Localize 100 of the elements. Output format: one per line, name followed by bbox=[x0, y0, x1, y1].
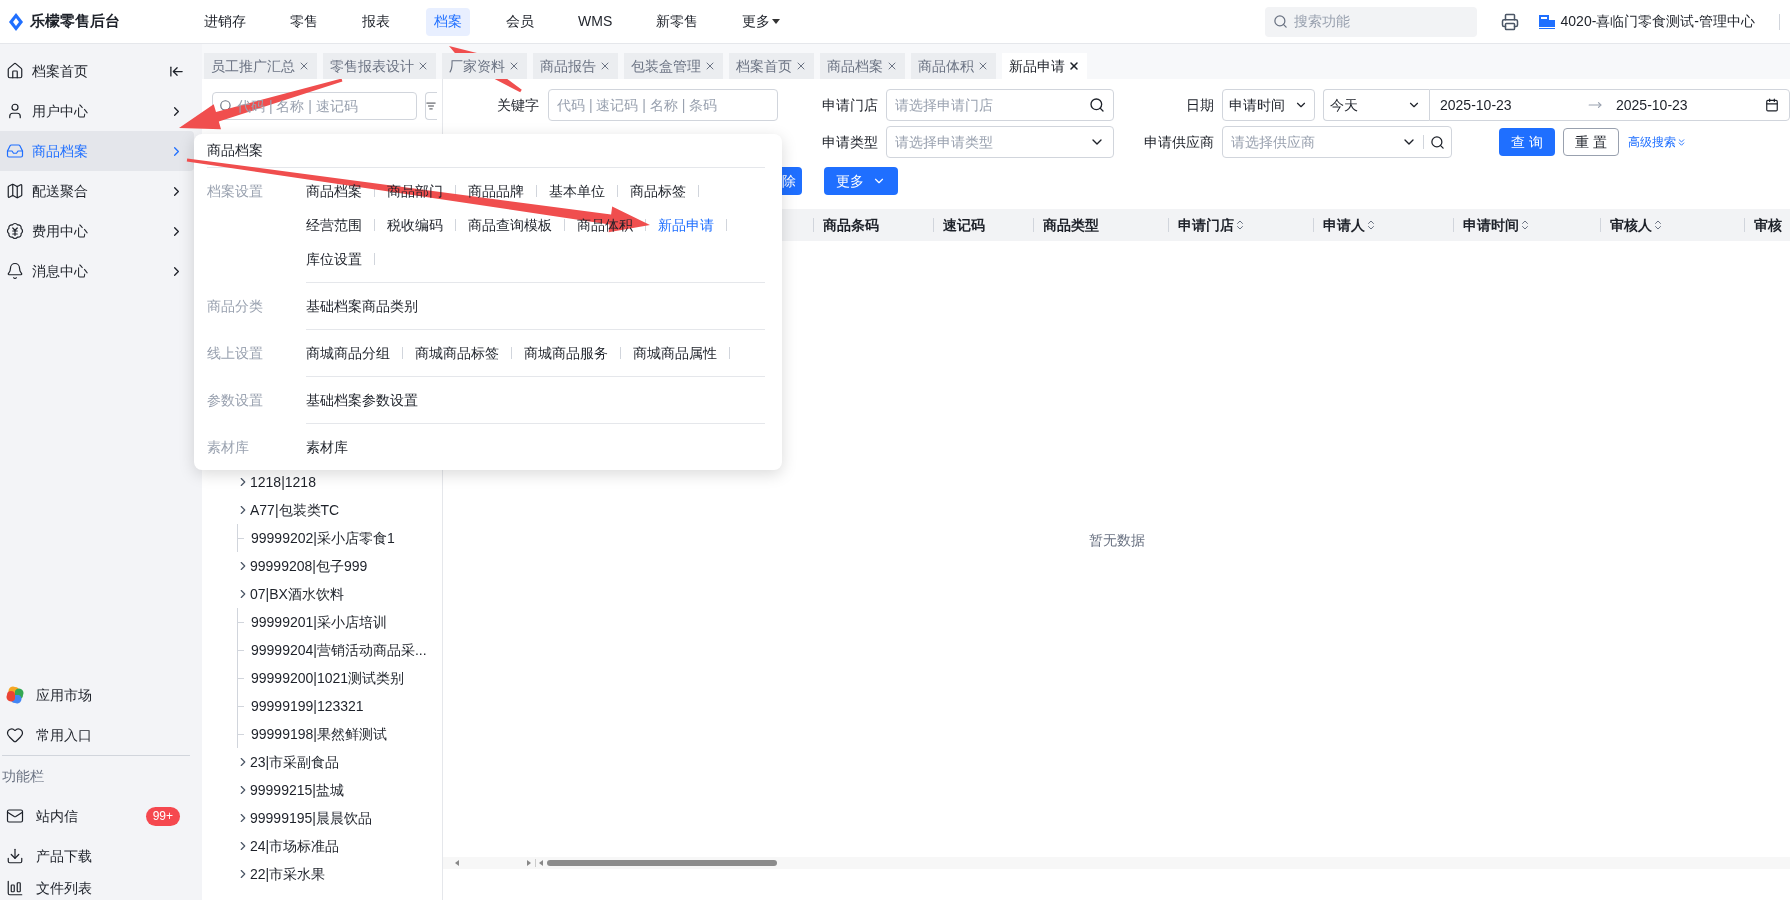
heart-icon bbox=[6, 726, 24, 744]
search-icon bbox=[219, 99, 233, 113]
nav-tab[interactable]: 零售 bbox=[282, 7, 326, 36]
sidebar-item[interactable]: 应用市场 bbox=[0, 675, 202, 715]
nav-tab[interactable]: 报表 bbox=[354, 7, 398, 36]
printer-icon[interactable] bbox=[1500, 12, 1519, 31]
sidebar-item[interactable]: 商品档案 bbox=[0, 131, 194, 171]
tree-item[interactable]: 99999204|营销活动商品采... bbox=[251, 639, 427, 661]
tree-item[interactable]: 23|市采副食品 bbox=[250, 751, 340, 773]
tree-item[interactable]: 1218|1218 bbox=[250, 471, 316, 493]
menu-item[interactable]: 商品品牌 bbox=[468, 180, 524, 202]
tree-item[interactable]: 99999215|盐城 bbox=[250, 779, 344, 801]
mail-icon bbox=[6, 807, 24, 825]
tree-item[interactable]: 24|市场标准品 bbox=[250, 835, 340, 857]
tree-item[interactable]: 07|BX酒水饮料 bbox=[250, 583, 344, 605]
sidebar-item[interactable]: 文件列表 bbox=[0, 876, 202, 900]
section-title: 功能栏 bbox=[2, 766, 44, 786]
menu-item[interactable]: 经营范围 bbox=[306, 214, 362, 236]
date-type-select[interactable]: 申请时间 bbox=[1222, 89, 1315, 121]
menu-item[interactable]: 商城商品属性 bbox=[633, 342, 717, 364]
menu-item[interactable]: 库位设置 bbox=[306, 248, 362, 270]
store-select[interactable]: 请选择申请门店 bbox=[886, 89, 1114, 121]
search-icon bbox=[1272, 14, 1288, 29]
nav-tab[interactable]: 进销存 bbox=[196, 7, 254, 36]
page-tab[interactable]: 员工推广汇总 bbox=[204, 53, 317, 79]
tree-item[interactable]: 99999200|1021测试类别 bbox=[251, 667, 405, 689]
sidebar-item[interactable]: 用户中心 bbox=[0, 91, 194, 131]
field-label: 申请类型 bbox=[821, 132, 879, 152]
filter-button[interactable] bbox=[425, 92, 437, 120]
keyword-field[interactable]: 代码 | 速记码 | 名称 | 条码 bbox=[548, 89, 778, 121]
page-tab[interactable]: 新品申请 bbox=[1002, 53, 1087, 79]
search-input[interactable]: 搜索功能 bbox=[1293, 11, 1454, 32]
store-input[interactable]: 请选择申请门店 bbox=[895, 94, 1089, 116]
menu-item[interactable]: 商城商品分组 bbox=[306, 342, 390, 364]
column-header[interactable]: 审核人 bbox=[1601, 214, 1664, 236]
advanced-search-link[interactable]: 高级搜索 bbox=[1628, 133, 1687, 151]
nav-tab[interactable]: 档案 bbox=[426, 7, 470, 36]
page-tab[interactable]: 包装盒管理 bbox=[624, 53, 723, 79]
store-name[interactable]: 4020-喜临门零食测试-管理中心 bbox=[1560, 11, 1755, 32]
page-tab[interactable]: 档案首页 bbox=[729, 53, 814, 79]
tree-item[interactable]: 99999195|晨晨饮品 bbox=[250, 807, 372, 829]
column-header[interactable]: 商品类型 bbox=[1034, 214, 1099, 236]
tray-icon bbox=[6, 142, 24, 160]
keyword-input[interactable]: 代码 | 速记码 | 名称 | 条码 bbox=[557, 94, 769, 116]
tree-item[interactable]: 99999198|果然鲜测试 bbox=[251, 723, 387, 745]
sidebar-item[interactable]: 产品下载 bbox=[0, 836, 202, 876]
apply-type-select[interactable]: 请选择申请类型 bbox=[886, 126, 1114, 158]
page-tab[interactable]: 商品档案 bbox=[820, 53, 905, 79]
supplier-select[interactable]: 请选择供应商 bbox=[1222, 126, 1452, 158]
page-tab[interactable]: 零售报表设计 bbox=[323, 53, 436, 79]
nav-tab[interactable]: 更多 bbox=[734, 7, 789, 36]
more-button[interactable]: 更多 bbox=[824, 167, 898, 195]
sidebar-item[interactable]: 费用中心 bbox=[0, 211, 194, 251]
tree-item[interactable]: A77|包装类TC bbox=[250, 499, 340, 521]
menu-item[interactable]: 新品申请 bbox=[658, 214, 714, 236]
menu-item[interactable]: 商品查询模板 bbox=[468, 214, 552, 236]
menu-item[interactable]: 商城商品标签 bbox=[415, 342, 499, 364]
sort-icon bbox=[1234, 219, 1246, 231]
menu-item[interactable]: 商城商品服务 bbox=[524, 342, 608, 364]
tree-item[interactable]: 99999199|123321 bbox=[251, 695, 364, 717]
menu-item[interactable]: 基本单位 bbox=[549, 180, 605, 202]
tree-item[interactable]: 99999208|包子999 bbox=[250, 555, 368, 577]
nav-tab[interactable]: WMS bbox=[570, 7, 621, 36]
column-header[interactable]: 速记码 bbox=[934, 214, 985, 236]
page-tab[interactable]: 商品体积 bbox=[911, 53, 996, 79]
menu-item[interactable]: 商品标签 bbox=[630, 180, 686, 202]
sidebar-item[interactable]: 消息中心 bbox=[0, 251, 194, 291]
menu-item[interactable]: 基础档案参数设置 bbox=[306, 389, 418, 411]
menu-item[interactable]: 基础档案商品类别 bbox=[306, 295, 418, 317]
reset-button[interactable]: 重置 bbox=[1563, 128, 1619, 156]
column-header[interactable]: 申请门店 bbox=[1169, 214, 1246, 236]
supplier-input[interactable]: 请选择供应商 bbox=[1231, 131, 1401, 153]
chevrons-down-icon bbox=[1676, 136, 1687, 148]
yen-icon bbox=[6, 222, 24, 240]
column-header[interactable]: 申请人 bbox=[1314, 214, 1377, 236]
column-header[interactable]: 申请时间 bbox=[1454, 214, 1531, 236]
sidebar-item[interactable]: 常用入口 bbox=[0, 715, 202, 755]
page-tab[interactable]: 厂家资料 bbox=[442, 53, 527, 79]
sidebar-item[interactable]: 配送聚合 bbox=[0, 171, 194, 211]
close-icon[interactable] bbox=[1068, 60, 1080, 72]
tree-item[interactable]: 22|市采水果 bbox=[250, 863, 326, 885]
tree-item[interactable]: 99999202|采小店零食1 bbox=[251, 527, 395, 549]
menu-item[interactable]: 税收编码 bbox=[387, 214, 443, 236]
column-header[interactable]: 商品条码 bbox=[814, 214, 879, 236]
date-range-field[interactable]: 2025-10-23 2025-10-23 bbox=[1429, 89, 1790, 121]
search-field[interactable]: 搜索功能 bbox=[1264, 6, 1477, 37]
menu-item[interactable]: 素材库 bbox=[306, 436, 348, 458]
column-header[interactable]: 审核 bbox=[1745, 214, 1782, 236]
home-icon bbox=[6, 62, 24, 80]
sidebar-item[interactable]: 档案首页 bbox=[0, 51, 194, 91]
sidebar-item[interactable]: 站内信 99+ bbox=[0, 796, 202, 836]
date-preset-select[interactable]: 今天 bbox=[1323, 89, 1429, 121]
apply-type-input[interactable]: 请选择申请类型 bbox=[895, 131, 1089, 153]
page-tab[interactable]: 商品报告 bbox=[533, 53, 618, 79]
menu-item[interactable]: 商品档案 bbox=[306, 180, 362, 202]
nav-tab[interactable]: 新零售 bbox=[648, 7, 707, 36]
menu-section-label: 档案设置 bbox=[207, 181, 263, 201]
tree-item[interactable]: 99999201|采小店培训 bbox=[251, 611, 387, 633]
query-button[interactable]: 查询 bbox=[1499, 128, 1555, 156]
nav-tab[interactable]: 会员 bbox=[498, 7, 542, 36]
